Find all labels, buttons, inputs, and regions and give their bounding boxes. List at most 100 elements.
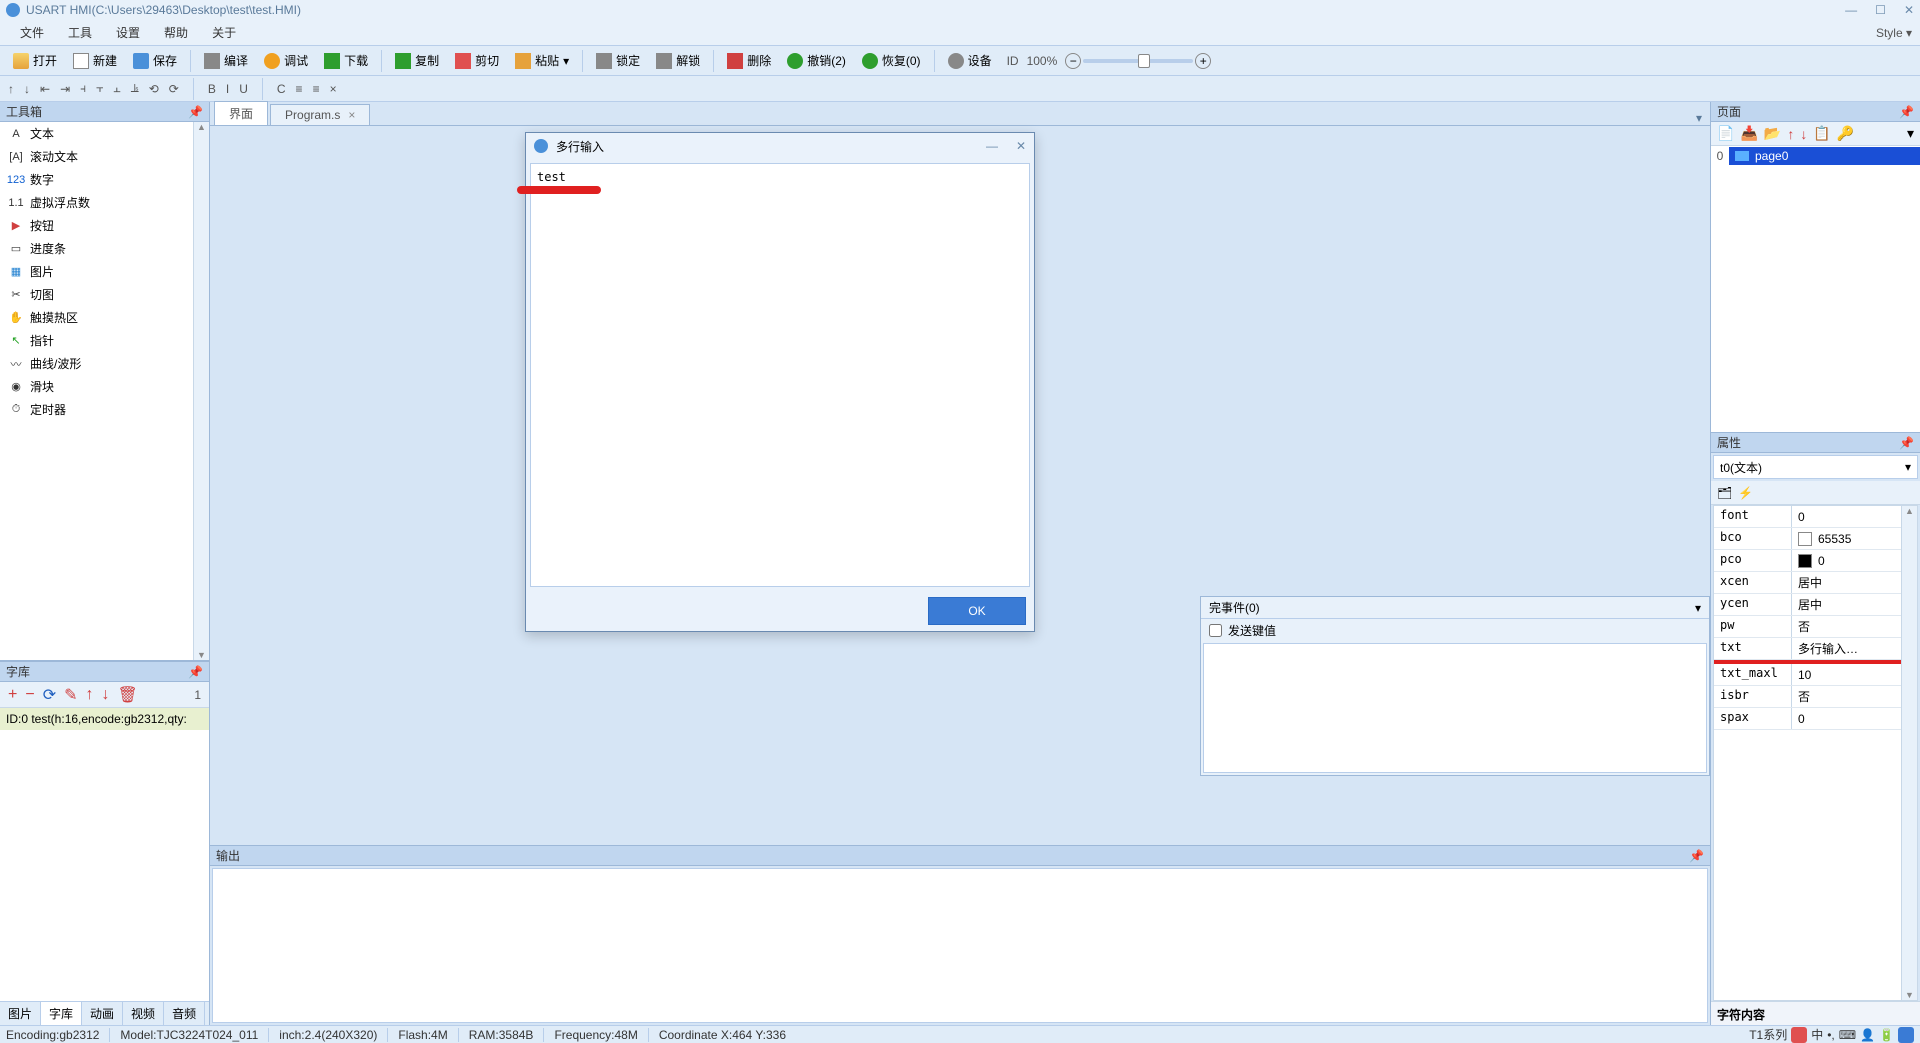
page-copy-button[interactable]: 📋 (1813, 125, 1830, 142)
align-b-button[interactable]: ⫟ (96, 81, 103, 96)
font-delete-button[interactable]: 🗑 (118, 685, 138, 705)
property-object-select[interactable]: t0(文本) ▾ (1713, 455, 1918, 479)
align-d-button[interactable]: ⫡ (131, 81, 139, 96)
tool-timer[interactable]: ⏱定时器 (0, 398, 209, 421)
menu-about[interactable]: 关于 (200, 24, 248, 41)
tool-text[interactable]: A文本 (0, 122, 209, 145)
tab-fonts[interactable]: 字库 (41, 1002, 82, 1025)
prop-scrollbar[interactable] (1901, 506, 1917, 1000)
tool-progress[interactable]: ▭进度条 (0, 237, 209, 260)
ime-icon[interactable] (1791, 1027, 1807, 1043)
prop-cat-button[interactable]: 🗂 (1717, 486, 1732, 500)
prop-value-isbr[interactable]: 否 (1792, 686, 1917, 707)
compile-button[interactable]: 编译 (197, 49, 255, 72)
bold-button[interactable]: B (208, 82, 216, 96)
align-down-button[interactable]: ↓ (24, 82, 30, 96)
tab-audio[interactable]: 音频 (164, 1002, 205, 1025)
zoom-in-button[interactable]: + (1195, 53, 1211, 69)
page-row[interactable]: 0 page0 (1711, 146, 1920, 166)
tool-pointer[interactable]: ↖指针 (0, 329, 209, 352)
status-battery-icon[interactable]: 🔋 (1879, 1028, 1894, 1042)
align-up-button[interactable]: ↑ (8, 82, 14, 96)
page-key-button[interactable]: 🔑 (1837, 125, 1854, 142)
events-body[interactable] (1203, 643, 1707, 773)
prop-value-bco[interactable]: 65535 (1792, 528, 1917, 549)
tab-programs[interactable]: Program.s× (270, 104, 370, 125)
delete-button[interactable]: 删除 (720, 49, 778, 72)
dialog-titlebar[interactable]: 多行输入 — ✕ (526, 133, 1034, 159)
paste-button[interactable]: 粘贴▾ (508, 49, 576, 72)
open-button[interactable]: 打开 (6, 49, 64, 72)
maximize-button[interactable]: ☐ (1875, 3, 1886, 17)
pin-icon[interactable]: 📌 (188, 105, 203, 119)
tool-waveform[interactable]: 〰曲线/波形 (0, 352, 209, 375)
toolbox-scrollbar[interactable] (193, 122, 209, 660)
font-row[interactable]: ID:0 test(h:16,encode:gb2312,qty: (0, 708, 209, 730)
unlock-button[interactable]: 解锁 (649, 49, 707, 72)
align-right-button[interactable]: ⇥ (60, 82, 70, 96)
menu-help[interactable]: 帮助 (152, 24, 200, 41)
prop-value-pco[interactable]: 0 (1792, 550, 1917, 571)
style-dropdown[interactable]: Style ▾ (1876, 26, 1912, 40)
page-down-button[interactable]: ↓ (1800, 126, 1807, 142)
prop-value-xcen[interactable]: 居中 (1792, 572, 1917, 593)
multiline-textarea[interactable] (537, 170, 1023, 580)
font-refresh-button[interactable]: ⟳ (43, 685, 56, 705)
page-insert-button[interactable]: 📥 (1740, 125, 1757, 142)
minimize-button[interactable]: — (1845, 3, 1857, 17)
prop-value-pw[interactable]: 否 (1792, 616, 1917, 637)
justify2-button[interactable]: ≡ (313, 82, 320, 96)
zoom-out-button[interactable]: − (1065, 53, 1081, 69)
tab-anim[interactable]: 动画 (82, 1002, 123, 1025)
lock-button[interactable]: 锁定 (589, 49, 647, 72)
pin-icon[interactable]: 📌 (1899, 436, 1914, 450)
tool-number[interactable]: 123数字 (0, 168, 209, 191)
close-icon[interactable]: × (348, 108, 355, 122)
menu-tools[interactable]: 工具 (56, 24, 104, 41)
menu-settings[interactable]: 设置 (104, 24, 152, 41)
output-body[interactable] (212, 868, 1708, 1023)
color-button[interactable]: C (277, 82, 286, 96)
zoom-thumb[interactable] (1138, 54, 1150, 68)
tool-scrolltext[interactable]: [A]滚动文本 (0, 145, 209, 168)
debug-button[interactable]: 调试 (257, 49, 315, 72)
status-punct-icon[interactable]: •, (1827, 1028, 1835, 1042)
tabs-dropdown-icon[interactable]: ▾ (1696, 111, 1702, 125)
chevron-down-icon[interactable]: ▾ (1907, 125, 1914, 142)
pin-icon[interactable]: 📌 (1689, 849, 1704, 863)
clear-button[interactable]: × (330, 82, 337, 96)
justify-button[interactable]: ≡ (296, 82, 303, 96)
redo-button[interactable]: 恢复(0) (855, 49, 928, 72)
align-left-button[interactable]: ⇤ (40, 82, 50, 96)
italic-button[interactable]: I (226, 82, 229, 96)
copy-button[interactable]: 复制 (388, 49, 446, 72)
tool-crop[interactable]: ✂切图 (0, 283, 209, 306)
prop-value-txt[interactable]: 多行输入…▾ (1792, 638, 1917, 659)
save-button[interactable]: 保存 (126, 49, 184, 72)
font-down-button[interactable]: ↓ (102, 686, 110, 704)
font-up-button[interactable]: ↑ (86, 686, 94, 704)
tool-float[interactable]: 1.1虚拟浮点数 (0, 191, 209, 214)
underline-button[interactable]: U (239, 82, 248, 96)
page-add-button[interactable]: 📄 (1717, 125, 1734, 142)
dialog-close-button[interactable]: ✕ (1016, 139, 1026, 153)
align-c-button[interactable]: ⫠ (113, 81, 120, 96)
dialog-minimize-button[interactable]: — (986, 139, 998, 153)
rotate-right-button[interactable]: ⟳ (169, 82, 179, 96)
pin-icon[interactable]: 📌 (1899, 105, 1914, 119)
rotate-left-button[interactable]: ⟲ (149, 82, 159, 96)
cut-button[interactable]: 剪切 (448, 49, 506, 72)
tool-slider[interactable]: ◉滑块 (0, 375, 209, 398)
prop-value-txtmaxl[interactable]: 10 (1792, 664, 1917, 685)
page-up-button[interactable]: ↑ (1787, 126, 1794, 142)
tab-display[interactable]: 界面 (214, 101, 268, 125)
status-user-icon[interactable]: 👤 (1860, 1028, 1875, 1042)
sendkey-checkbox[interactable] (1209, 624, 1222, 637)
tool-picture[interactable]: ▦图片 (0, 260, 209, 283)
font-edit-button[interactable]: ✎ (64, 685, 77, 705)
chevron-down-icon[interactable]: ▾ (1695, 601, 1701, 615)
status-zh-icon[interactable]: 中 (1811, 1026, 1823, 1043)
status-tool-icon[interactable] (1898, 1027, 1914, 1043)
download-button[interactable]: 下载 (317, 49, 375, 72)
undo-button[interactable]: 撤销(2) (780, 49, 853, 72)
